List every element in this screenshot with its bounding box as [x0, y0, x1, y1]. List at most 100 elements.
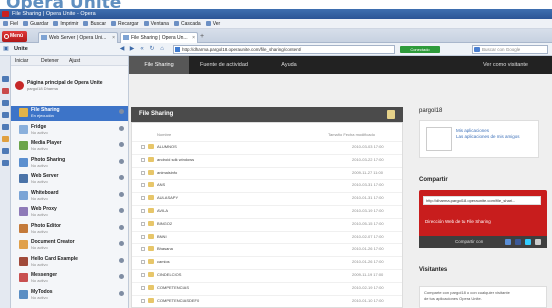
table-row[interactable]: Bhasana 2010-01-26 17:00	[132, 243, 402, 253]
folder-name[interactable]: CINDELCIOS	[157, 271, 181, 279]
facebook-share-icon[interactable]	[515, 239, 521, 245]
column-size-date[interactable]: Tamaño Fecha modificado	[328, 131, 375, 139]
unite-icon[interactable]	[2, 136, 9, 142]
unite-panel-icon[interactable]: ▣	[2, 46, 10, 53]
gear-icon[interactable]	[119, 274, 124, 279]
bookmarks-icon[interactable]	[2, 76, 9, 82]
service-item[interactable]: Whiteboard No activo	[11, 189, 128, 204]
gear-icon[interactable]	[119, 125, 124, 131]
tab-web-server[interactable]: Web Server | Opera Uni... ×	[38, 32, 118, 43]
downloads-icon[interactable]	[2, 124, 9, 130]
upload-folder-icon[interactable]	[387, 110, 395, 119]
unite-home-item[interactable]: Página principal de Opera Unite pargol18…	[11, 80, 128, 94]
folder-name[interactable]: BNNI	[157, 233, 167, 241]
service-item[interactable]: Media Player No activo	[11, 139, 128, 154]
menu-item-cascade[interactable]: Cascada	[173, 21, 201, 27]
menu-item-reload[interactable]: Recargar	[111, 21, 139, 27]
gear-icon[interactable]	[119, 109, 124, 114]
row-checkbox[interactable]	[141, 209, 145, 213]
twitter-share-icon[interactable]	[525, 239, 531, 245]
email-share-icon[interactable]	[505, 239, 511, 245]
table-row[interactable]: BNNI 2010-02-07 17:00	[132, 230, 402, 241]
table-row[interactable]: COMPETENCIASDEF0 2010-01-10 17:00	[132, 294, 402, 305]
row-checkbox[interactable]	[141, 157, 145, 162]
menu-item-search[interactable]: Buscar	[83, 21, 106, 27]
row-checkbox[interactable]	[141, 273, 145, 277]
menu-item-file[interactable]: Fiel	[3, 21, 18, 27]
column-name[interactable]: Nombre	[157, 131, 171, 139]
menu-item-window[interactable]: Ventana	[143, 21, 169, 27]
view-as-visitor-link[interactable]: Ver como visitante	[459, 56, 552, 74]
search-input[interactable]: Buscar con Google	[472, 45, 548, 54]
table-row[interactable]: BINGO2 2010-05-15 17:00	[132, 217, 402, 228]
folder-name[interactable]: BINGO2	[157, 220, 172, 228]
tab-file-sharing[interactable]: File Sharing | Opera Un... ×	[120, 32, 198, 43]
folder-name[interactable]: Bhasana	[157, 245, 173, 253]
address-input[interactable]: http://dharma.pargol18.operaunite.com/fi…	[173, 45, 395, 54]
row-checkbox[interactable]	[141, 285, 145, 290]
gear-icon[interactable]	[119, 290, 124, 296]
transfers-icon[interactable]	[2, 160, 9, 166]
gear-icon[interactable]	[119, 158, 124, 164]
nav-help[interactable]: Ayuda	[259, 56, 319, 74]
menu-item-save[interactable]: Guardar	[23, 21, 48, 27]
mail-icon[interactable]	[2, 88, 9, 94]
service-item[interactable]: Photo Sharing No activo	[11, 156, 128, 171]
menu-item-print[interactable]: Imprimir	[53, 21, 78, 27]
reload-icon[interactable]: ↻	[148, 46, 156, 53]
row-checkbox[interactable]	[141, 234, 145, 239]
service-item[interactable]: Photo Editor No activo	[11, 222, 128, 237]
folder-name[interactable]: android sdk windows	[157, 156, 194, 164]
gear-icon[interactable]	[119, 208, 124, 213]
gear-icon[interactable]	[119, 142, 124, 147]
start-button[interactable]: Iniciar	[15, 58, 28, 64]
menu-item-view[interactable]: Ver	[205, 21, 220, 27]
friends-apps-link[interactable]: Las aplicaciones de mis amigos	[456, 134, 520, 140]
row-checkbox[interactable]	[141, 247, 145, 252]
folder-name[interactable]: AVILA	[157, 207, 168, 215]
table-row[interactable]: CINDELCIOS 2009-11-19 17:00	[132, 269, 402, 279]
nav-file-sharing[interactable]: File Sharing	[129, 56, 189, 74]
table-row[interactable]: ALUMNOS 2010-03-03 17:00	[132, 141, 402, 151]
service-item[interactable]: Hello Card Example No activo	[11, 255, 128, 270]
service-item[interactable]: Messenger No activo	[11, 271, 128, 286]
gear-icon[interactable]	[119, 191, 124, 197]
close-tab-icon[interactable]: ×	[192, 33, 195, 43]
service-item[interactable]: MyTodos No activo	[11, 288, 128, 303]
table-row[interactable]: AULASAPY 2010-01-31 17:00	[132, 192, 402, 202]
gear-icon[interactable]	[119, 175, 124, 180]
close-tab-icon[interactable]: ×	[112, 33, 115, 43]
notes-icon[interactable]	[2, 148, 9, 154]
folder-name[interactable]: ANS	[157, 181, 165, 189]
service-item[interactable]: Fridge No activo	[11, 123, 128, 138]
rewind-icon[interactable]: «	[138, 46, 146, 53]
stop-button[interactable]: Detener	[41, 58, 59, 64]
more-share-icon[interactable]	[535, 239, 541, 245]
row-checkbox[interactable]	[141, 196, 145, 201]
share-url-field[interactable]: http://dharma.pargol18.operaunite.com/fi…	[423, 196, 541, 205]
folder-name[interactable]: AULASAPY	[157, 194, 178, 202]
gear-icon[interactable]	[119, 224, 124, 230]
back-icon[interactable]: ◀	[118, 46, 126, 53]
contacts-icon[interactable]	[2, 100, 9, 106]
folder-name[interactable]: COMPETENCIASDEF0	[157, 297, 199, 305]
service-item[interactable]: Document Creator No activo	[11, 238, 128, 253]
service-item[interactable]: Web Proxy No activo	[11, 205, 128, 220]
service-item[interactable]: Web Server No activo	[11, 172, 128, 187]
home-icon[interactable]: ⌂	[158, 46, 166, 53]
folder-name[interactable]: camios	[157, 258, 170, 266]
table-row[interactable]: camios 2010-01-26 17:00	[132, 256, 402, 266]
row-checkbox[interactable]	[141, 221, 145, 226]
service-item[interactable]: File Sharing En ejecución	[11, 106, 128, 121]
forward-icon[interactable]: ▶	[128, 46, 136, 53]
row-checkbox[interactable]	[141, 260, 145, 265]
history-icon[interactable]	[2, 112, 9, 118]
table-row[interactable]: AVILA 2010-03-19 17:00	[132, 205, 402, 215]
new-tab-button[interactable]: +	[200, 32, 204, 41]
table-row[interactable]: COMPETENCIAS 2010-02-19 17:00	[132, 281, 402, 292]
gear-icon[interactable]	[119, 257, 124, 263]
gear-icon[interactable]	[119, 241, 124, 246]
opera-menu-button[interactable]: Menú	[2, 31, 27, 42]
folder-name[interactable]: animalsinfo	[157, 169, 177, 177]
folder-name[interactable]: ALUMNOS	[157, 143, 177, 151]
